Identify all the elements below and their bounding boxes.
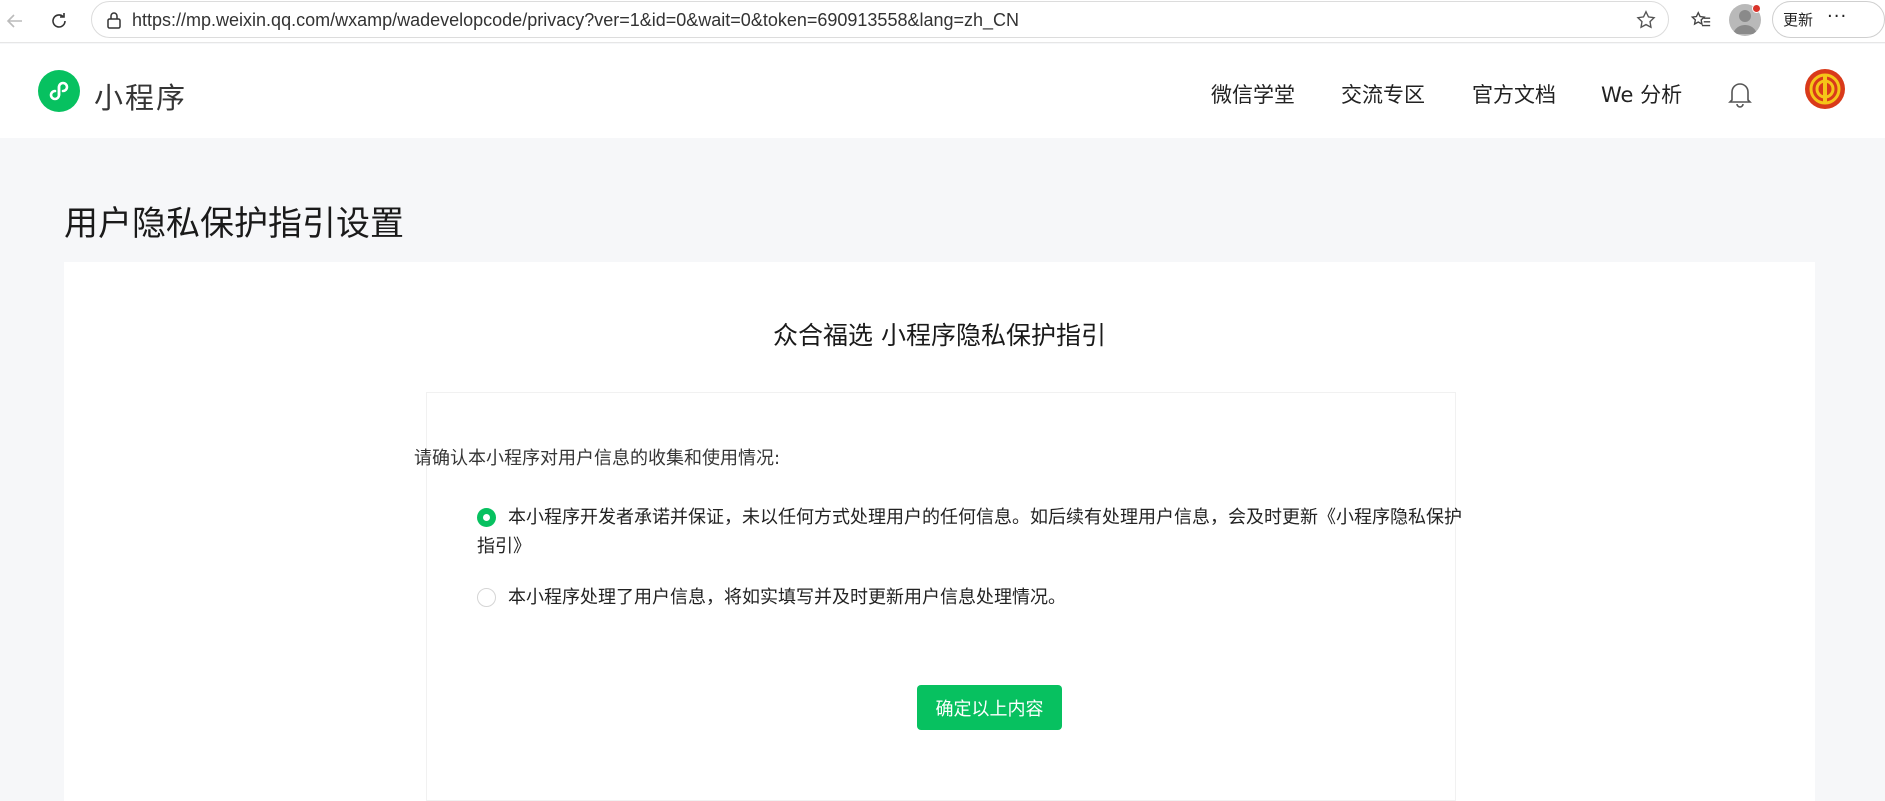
- address-bar[interactable]: https://mp.weixin.qq.com/wxamp/wadevelop…: [91, 1, 1669, 38]
- nav-official-docs[interactable]: 官方文档: [1472, 79, 1556, 109]
- logo-text[interactable]: 小程序: [94, 75, 187, 117]
- update-button[interactable]: 更新 ···: [1772, 1, 1885, 38]
- address-url[interactable]: https://mp.weixin.qq.com/wxamp/wadevelop…: [132, 10, 1019, 31]
- lock-icon[interactable]: [104, 10, 124, 30]
- page-title: 用户隐私保护指引设置: [64, 204, 404, 244]
- update-label: 更新: [1783, 11, 1814, 29]
- card-title: 众合福选 小程序隐私保护指引: [773, 321, 1106, 350]
- nav-we-analytics[interactable]: We 分析: [1601, 79, 1682, 109]
- form-question: 请确认本小程序对用户信息的收集和使用情况:: [414, 448, 781, 469]
- reload-icon[interactable]: [44, 6, 74, 36]
- back-arrow-icon[interactable]: [0, 6, 30, 36]
- mini-program-logo-icon[interactable]: [38, 70, 80, 112]
- notification-dot: [1752, 4, 1761, 13]
- option-processes-user-info[interactable]: 本小程序处理了用户信息，将如实填写并及时更新用户信息处理情况。: [477, 583, 1066, 612]
- bell-icon[interactable]: [1727, 80, 1753, 108]
- radio-unselected[interactable]: [477, 588, 496, 607]
- option-no-user-info[interactable]: 本小程序开发者承诺并保证，未以任何方式处理用户的任何信息。如后续有处理用户信息，…: [477, 503, 1462, 561]
- site-header: 小程序 微信学堂 交流专区 官方文档 We 分析: [0, 44, 1885, 138]
- confirm-button[interactable]: 确定以上内容: [917, 685, 1062, 730]
- star-icon[interactable]: [1634, 8, 1658, 32]
- nav-community[interactable]: 交流专区: [1341, 79, 1425, 109]
- option-label[interactable]: 本小程序处理了用户信息，将如实填写并及时更新用户信息处理情况。: [477, 583, 1066, 612]
- more-icon[interactable]: ···: [1827, 6, 1847, 27]
- avatar-emblem-icon[interactable]: [1805, 69, 1845, 109]
- option-label[interactable]: 本小程序开发者承诺并保证，未以任何方式处理用户的任何信息。如后续有处理用户信息，…: [477, 503, 1462, 561]
- favorites-icon[interactable]: [1688, 7, 1714, 33]
- radio-selected[interactable]: [477, 508, 496, 527]
- browser-toolbar: https://mp.weixin.qq.com/wxamp/wadevelop…: [0, 0, 1885, 43]
- nav-wechat-academy[interactable]: 微信学堂: [1211, 79, 1295, 109]
